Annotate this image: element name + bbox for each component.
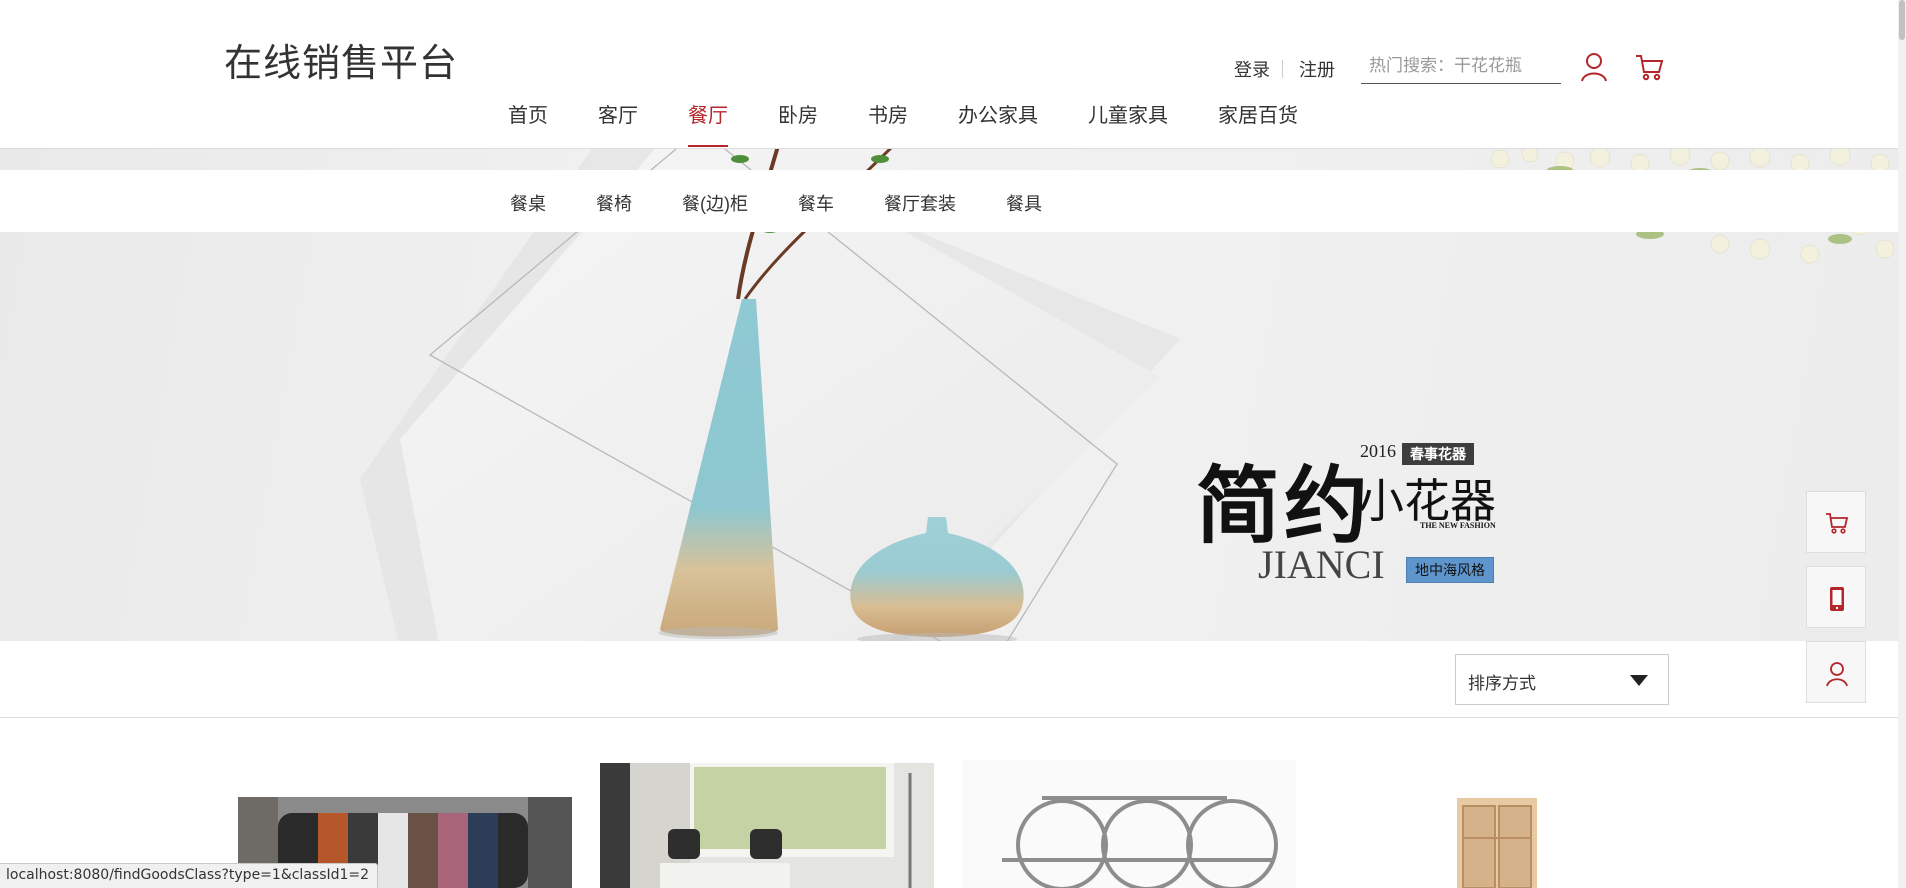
- cart-icon[interactable]: [1634, 52, 1664, 82]
- scrollbar[interactable]: [1898, 0, 1906, 888]
- nav-item-office-furniture[interactable]: 办公家具: [958, 100, 1038, 146]
- divider: [1282, 60, 1283, 78]
- nav-item-kids-furniture[interactable]: 儿童家具: [1088, 100, 1168, 146]
- product-card[interactable]: [962, 760, 1296, 888]
- nav-item-living-room[interactable]: 客厅: [598, 100, 638, 146]
- nav-item-dining-room[interactable]: 餐厅: [688, 100, 728, 147]
- main-nav: 首页 客厅 餐厅 卧房 书房 办公家具 儿童家具 家居百货: [508, 100, 1348, 147]
- banner-tag-spring: 春事花器: [1402, 443, 1474, 465]
- user-icon[interactable]: [1580, 52, 1610, 82]
- chevron-down-icon: [1630, 675, 1648, 686]
- scrollbar-thumb[interactable]: [1899, 0, 1905, 40]
- phone-icon: [1830, 587, 1844, 611]
- header: 在线销售平台 登录 注册 首页 客厅 餐厅 卧房 书房 办公家具 儿童家具 家居…: [0, 0, 1898, 149]
- sort-select-label: 排序方式: [1468, 674, 1536, 693]
- sub-nav: 餐桌 餐椅 餐(边)柜 餐车 餐厅套装 餐具: [0, 170, 1898, 232]
- subnav-item-sideboard[interactable]: 餐(边)柜: [682, 190, 748, 216]
- subnav-item-dining-cart[interactable]: 餐车: [798, 190, 834, 216]
- browser-status-url: localhost:8080/findGoodsClass?type=1&cla…: [0, 863, 379, 888]
- subnav-item-dining-set[interactable]: 餐厅套装: [884, 190, 956, 216]
- product-image-office-chairs: [600, 763, 934, 888]
- nav-item-study[interactable]: 书房: [868, 100, 908, 146]
- subnav-item-dining-table[interactable]: 餐桌: [510, 190, 546, 216]
- subnav-item-dining-chair[interactable]: 餐椅: [596, 190, 632, 216]
- product-image-metal-rack: [962, 760, 1296, 888]
- auth-links: 登录 注册: [1234, 56, 1335, 82]
- side-user-button[interactable]: [1806, 641, 1866, 703]
- login-link[interactable]: 登录: [1234, 56, 1270, 82]
- cart-icon: [1826, 513, 1849, 534]
- banner-fashion-text: THE NEW FASHION: [1420, 521, 1496, 530]
- product-card[interactable]: [1457, 798, 1537, 888]
- nav-item-bedroom[interactable]: 卧房: [778, 100, 818, 146]
- search-input[interactable]: [1361, 48, 1561, 84]
- side-phone-button[interactable]: [1806, 566, 1866, 628]
- banner-tag-style: 地中海风格: [1406, 557, 1494, 583]
- site-logo[interactable]: 在线销售平台: [224, 32, 458, 87]
- page: 在线销售平台 登录 注册 首页 客厅 餐厅 卧房 书房 办公家具 儿童家具 家居…: [0, 0, 1898, 888]
- user-icon: [1826, 662, 1848, 687]
- nav-item-home-goods[interactable]: 家居百货: [1218, 100, 1298, 146]
- nav-item-home[interactable]: 首页: [508, 100, 548, 146]
- product-image-cabinet: [1457, 798, 1537, 888]
- subnav-item-tableware[interactable]: 餐具: [1006, 190, 1042, 216]
- product-card[interactable]: [600, 763, 934, 888]
- banner-brand: JIANCI: [1258, 542, 1385, 587]
- banner-year: 2016: [1360, 441, 1396, 461]
- side-cart-button[interactable]: [1806, 491, 1866, 553]
- sort-bar: 排序方式: [0, 641, 1898, 718]
- sort-select[interactable]: 排序方式: [1455, 654, 1669, 705]
- register-link[interactable]: 注册: [1299, 56, 1335, 82]
